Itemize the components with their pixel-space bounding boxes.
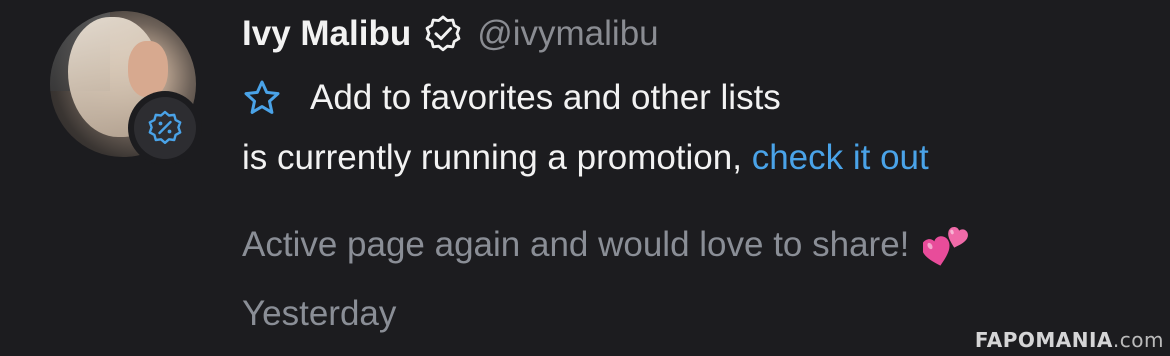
add-to-favorites-button[interactable]: Add to favorites and other lists: [242, 78, 781, 118]
message-text: Active page again and would love to shar…: [242, 225, 910, 264]
promotion-text: is currently running a promotion, check …: [242, 138, 929, 178]
discount-badge-icon: [148, 110, 182, 144]
verified-badge-icon: [425, 15, 461, 52]
add-to-favorites-label: Add to favorites and other lists: [310, 78, 781, 117]
check-it-out-link[interactable]: check it out: [752, 138, 929, 177]
author-handle[interactable]: @ivymalibu: [477, 14, 658, 54]
avatar-face: [128, 41, 168, 97]
notification-card: Ivy Malibu @ivymalibu Add to favorites a…: [0, 0, 1170, 356]
avatar-container[interactable]: [50, 11, 202, 165]
promotion-badge-inner: [134, 97, 196, 159]
promotion-prefix: is currently running a promotion,: [242, 138, 752, 177]
star-outline-icon: [244, 80, 280, 114]
watermark-brand-a: FAPO: [974, 328, 1036, 352]
two-hearts-emoji: [923, 227, 969, 266]
message-preview: Active page again and would love to shar…: [242, 222, 971, 268]
watermark-suffix: .com: [1112, 328, 1164, 352]
timestamp: Yesterday: [242, 294, 397, 333]
author-row: Ivy Malibu @ivymalibu: [242, 14, 659, 54]
site-watermark: FAPOMANIA.com: [975, 328, 1164, 352]
watermark-brand-b: MANIA: [1035, 328, 1113, 352]
author-name[interactable]: Ivy Malibu: [242, 14, 411, 54]
promotion-badge: [128, 91, 202, 165]
